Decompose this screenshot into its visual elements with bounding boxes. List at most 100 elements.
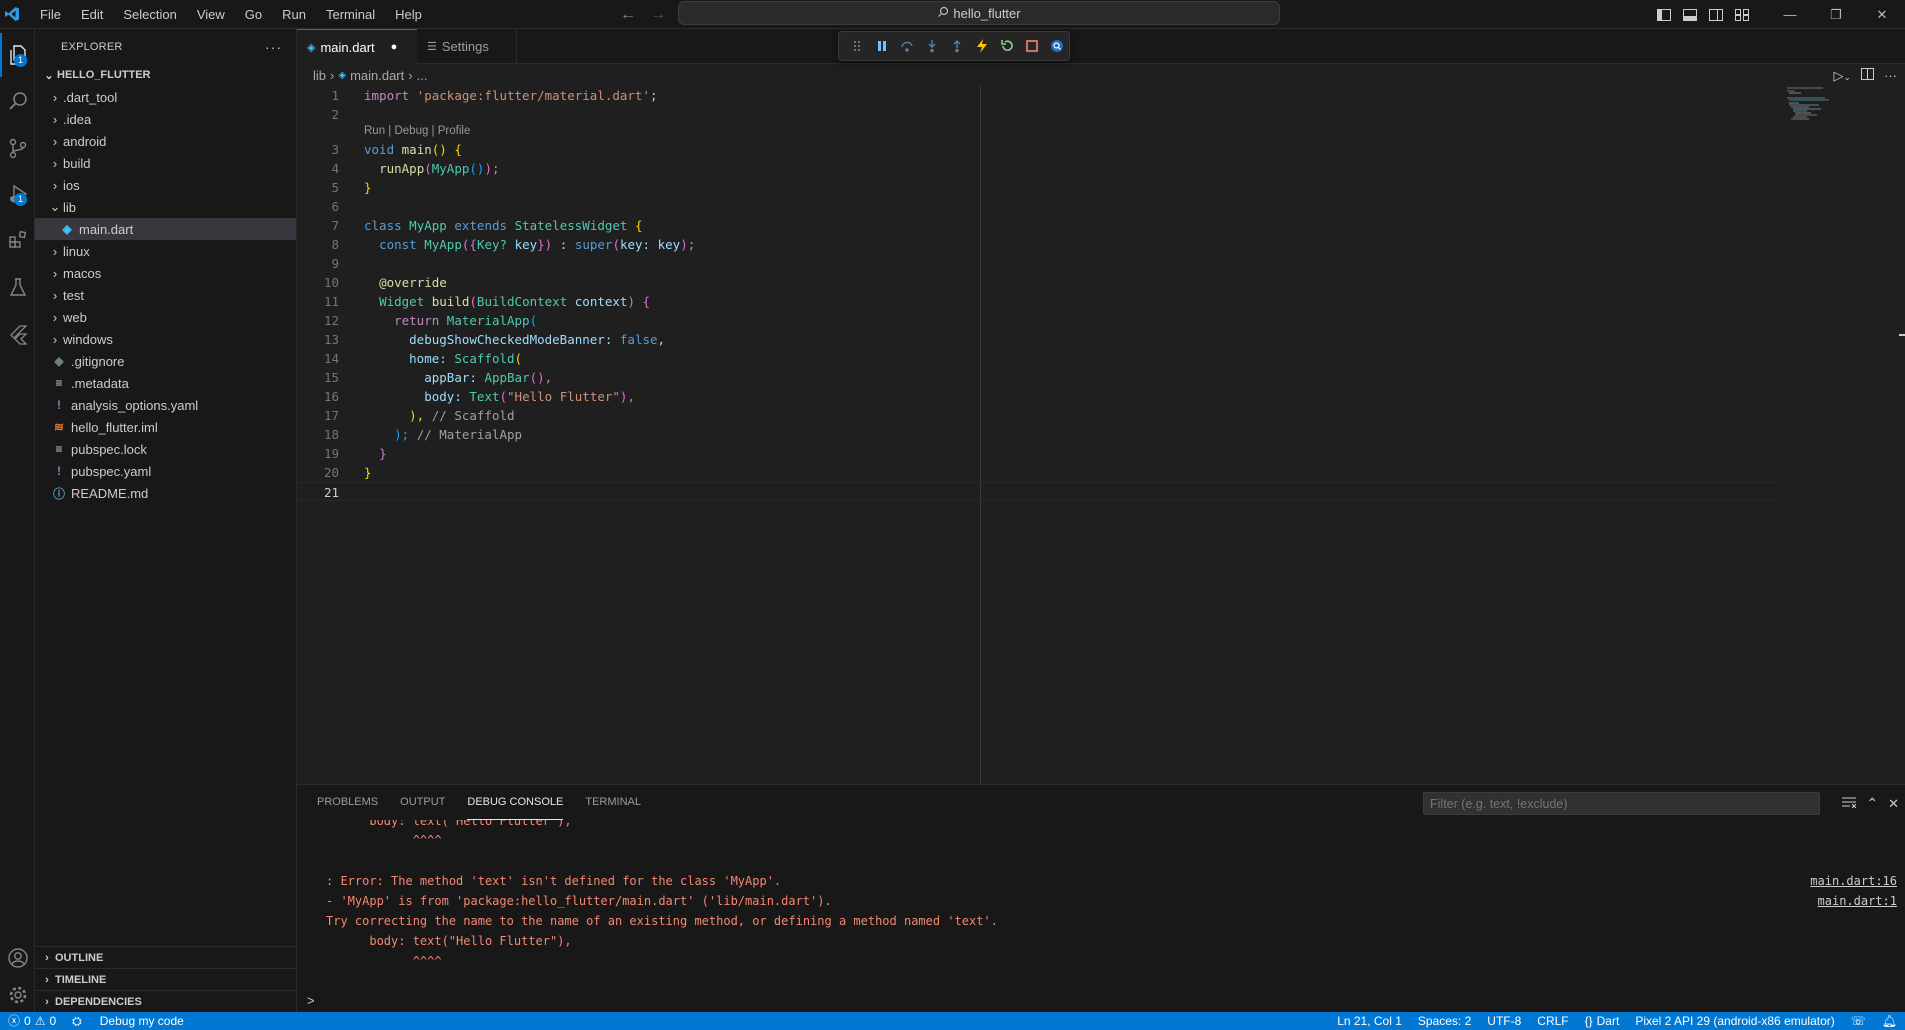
source-link[interactable]: main.dart:1 bbox=[1818, 891, 1897, 911]
stop-icon[interactable] bbox=[1019, 33, 1044, 59]
tree-item-gitignore[interactable]: ◆ .gitignore bbox=[35, 350, 296, 372]
tree-item-android[interactable]: › android bbox=[35, 130, 296, 152]
toggle-primary-sidebar-icon[interactable] bbox=[1651, 0, 1677, 29]
device-selector[interactable]: Pixel 2 API 29 (android-x86 emulator) bbox=[1627, 1012, 1842, 1030]
minimize-icon[interactable]: — bbox=[1767, 0, 1813, 29]
tree-item-web[interactable]: › web bbox=[35, 306, 296, 328]
split-editor-icon[interactable] bbox=[1861, 68, 1874, 83]
explorer-icon[interactable]: 1 bbox=[0, 33, 35, 77]
tab-terminal[interactable]: TERMINAL bbox=[585, 785, 641, 820]
run-file-icon[interactable]: ▷⌄ bbox=[1833, 68, 1851, 84]
tab-output[interactable]: OUTPUT bbox=[400, 785, 445, 820]
step-out-icon[interactable] bbox=[945, 33, 970, 59]
cursor-position[interactable]: Ln 21, Col 1 bbox=[1329, 1012, 1410, 1030]
menu-run[interactable]: Run bbox=[272, 0, 316, 29]
code-line: 8 const MyApp({Key? key}) : super(key: k… bbox=[297, 235, 1777, 254]
tree-item-analysis-options-yaml[interactable]: ! analysis_options.yaml bbox=[35, 394, 296, 416]
tree-item-main-dart[interactable]: ◈ main.dart bbox=[35, 218, 296, 240]
language-mode[interactable]: {} Dart bbox=[1577, 1012, 1628, 1030]
menu-terminal[interactable]: Terminal bbox=[316, 0, 385, 29]
clear-console-icon[interactable] bbox=[1842, 796, 1857, 811]
menu-file[interactable]: File bbox=[30, 0, 71, 29]
problems-status[interactable]: ⓧ 0 ⚠ 0 bbox=[0, 1012, 64, 1030]
token: StatelessWidget bbox=[514, 218, 628, 233]
section-timeline[interactable]: › TIMELINE bbox=[35, 968, 297, 990]
tree-item-metadata[interactable]: ≡ .metadata bbox=[35, 372, 296, 394]
flutter-icon[interactable] bbox=[0, 312, 35, 356]
token: "Hello Flutter" bbox=[507, 389, 620, 404]
line-number: 4 bbox=[331, 161, 339, 176]
search-icon[interactable] bbox=[0, 79, 35, 123]
menu-help[interactable]: Help bbox=[385, 0, 432, 29]
extensions-icon[interactable] bbox=[0, 218, 35, 262]
more-actions-icon[interactable]: ··· bbox=[265, 39, 282, 55]
tree-item-hello-flutter-iml[interactable]: ≋ hello_flutter.iml bbox=[35, 416, 296, 438]
drag-handle-icon[interactable] bbox=[845, 33, 870, 59]
tree-item-readme-md[interactable]: ⓘ README.md bbox=[35, 482, 296, 504]
tree-item-test[interactable]: › test bbox=[35, 284, 296, 306]
debug-console-output[interactable]: body: text("Hello Flutter"), ^^^^ : Erro… bbox=[297, 820, 1905, 981]
tree-item-lib[interactable]: ⌄ lib bbox=[35, 196, 296, 218]
restore-icon[interactable]: ❐ bbox=[1813, 0, 1859, 29]
menu-edit[interactable]: Edit bbox=[71, 0, 113, 29]
code-editor[interactable]: 1 import 'package:flutter/material.dart';… bbox=[297, 86, 1905, 784]
tree-item-label: README.md bbox=[71, 485, 149, 501]
section-outline[interactable]: › OUTLINE bbox=[35, 946, 297, 968]
tree-item-dart-tool[interactable]: › .dart_tool bbox=[35, 86, 296, 108]
breadcrumb-symbol[interactable]: ... bbox=[417, 68, 428, 83]
run-debug-icon[interactable]: 1 bbox=[0, 172, 35, 216]
tree-item-pubspec-lock[interactable]: ≡ pubspec.lock bbox=[35, 438, 296, 460]
end-of-line[interactable]: CRLF bbox=[1529, 1012, 1576, 1030]
encoding[interactable]: UTF-8 bbox=[1479, 1012, 1529, 1030]
tree-item-idea[interactable]: › .idea bbox=[35, 108, 296, 130]
tree-item-pubspec-yaml[interactable]: ! pubspec.yaml bbox=[35, 460, 296, 482]
tab-settings[interactable]: ☰ Settings bbox=[417, 29, 517, 64]
notifications-bell-icon[interactable]: 🔔︎ bbox=[1874, 1012, 1905, 1030]
tree-item-windows[interactable]: › windows bbox=[35, 328, 296, 350]
source-control-icon[interactable] bbox=[0, 126, 35, 170]
tree-item-macos[interactable]: › macos bbox=[35, 262, 296, 284]
indentation[interactable]: Spaces: 2 bbox=[1410, 1012, 1479, 1030]
menu-view[interactable]: View bbox=[187, 0, 235, 29]
inspect-widget-icon[interactable] bbox=[1044, 33, 1069, 59]
close-icon[interactable]: ✕ bbox=[1859, 0, 1905, 29]
section-dependencies[interactable]: › DEPENDENCIES bbox=[35, 990, 297, 1012]
testing-icon[interactable] bbox=[0, 265, 35, 309]
tab-problems[interactable]: PROBLEMS bbox=[317, 785, 378, 820]
feedback-icon[interactable]: ☏ bbox=[1843, 1012, 1874, 1030]
menu-go[interactable]: Go bbox=[235, 0, 272, 29]
restart-icon[interactable] bbox=[994, 33, 1019, 59]
pause-icon[interactable] bbox=[870, 33, 895, 59]
debug-console-input[interactable]: > bbox=[297, 989, 1905, 1011]
customize-layout-icon[interactable] bbox=[1729, 0, 1755, 29]
settings-gear-icon[interactable] bbox=[0, 973, 35, 1017]
more-actions-icon[interactable]: ··· bbox=[1884, 68, 1897, 83]
debug-status[interactable]: ⛭ Debug my code bbox=[64, 1012, 192, 1030]
project-folder-header[interactable]: ⌄ HELLO_FLUTTER bbox=[35, 64, 296, 86]
close-panel-icon[interactable]: ✕ bbox=[1888, 796, 1899, 812]
token: main bbox=[401, 142, 432, 157]
maximize-panel-icon[interactable]: ⌃ bbox=[1866, 795, 1878, 812]
tree-item-linux[interactable]: › linux bbox=[35, 240, 296, 262]
step-over-icon[interactable] bbox=[895, 33, 920, 59]
tree-item-build[interactable]: › build bbox=[35, 152, 296, 174]
toggle-secondary-sidebar-icon[interactable] bbox=[1703, 0, 1729, 29]
breadcrumb-folder[interactable]: lib bbox=[313, 68, 326, 83]
tab-debug-console[interactable]: DEBUG CONSOLE bbox=[467, 785, 564, 820]
unsaved-dot-icon[interactable]: ● bbox=[391, 41, 398, 53]
command-center-search[interactable]: hello_flutter bbox=[678, 1, 1280, 25]
tab-main-dart[interactable]: ◈ main.dart ● bbox=[297, 29, 417, 64]
debug-console-filter-input[interactable] bbox=[1423, 792, 1820, 815]
hot-reload-icon[interactable] bbox=[969, 33, 994, 59]
menu-selection[interactable]: Selection bbox=[113, 0, 186, 29]
source-link[interactable]: main.dart:16 bbox=[1810, 871, 1897, 891]
token: context bbox=[574, 294, 628, 309]
minimap[interactable] bbox=[1785, 86, 1845, 146]
back-arrow-icon[interactable]: ← bbox=[620, 6, 636, 24]
toggle-panel-icon[interactable] bbox=[1677, 0, 1703, 29]
step-into-icon[interactable] bbox=[920, 33, 945, 59]
tree-item-ios[interactable]: › ios bbox=[35, 174, 296, 196]
breadcrumb-file[interactable]: main.dart bbox=[350, 68, 404, 83]
forward-arrow-icon[interactable]: → bbox=[650, 6, 666, 24]
run-debug-profile-codelens[interactable]: Run | Debug | Profile bbox=[364, 123, 470, 139]
